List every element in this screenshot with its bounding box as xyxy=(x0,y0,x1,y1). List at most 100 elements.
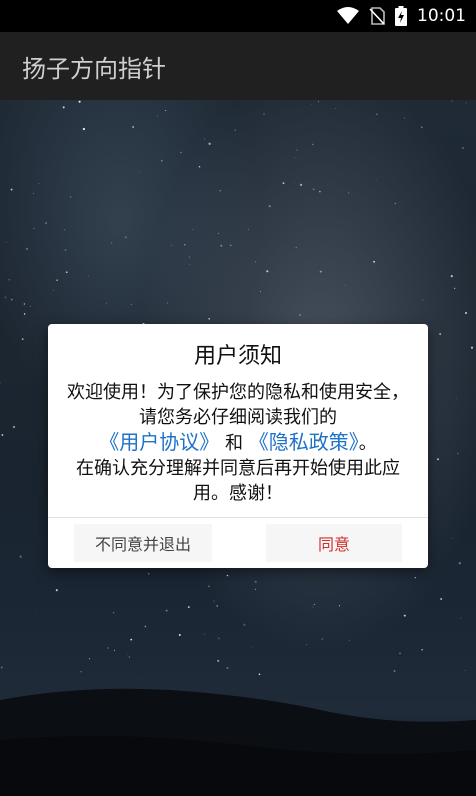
star xyxy=(254,588,257,590)
star xyxy=(111,242,113,244)
star xyxy=(299,183,303,187)
star xyxy=(217,659,220,663)
star xyxy=(334,108,336,109)
star xyxy=(243,623,246,626)
star xyxy=(464,669,466,672)
dialog-title: 用户须知 xyxy=(193,344,282,369)
star xyxy=(312,143,314,146)
star xyxy=(465,102,467,104)
star xyxy=(124,236,127,239)
star xyxy=(113,649,116,651)
star xyxy=(178,634,181,636)
star xyxy=(251,646,252,648)
star xyxy=(132,126,135,128)
star xyxy=(217,637,220,640)
star xyxy=(282,182,285,185)
user-agreement-link[interactable]: 《用户协议》 xyxy=(99,430,219,454)
star xyxy=(44,222,48,225)
star xyxy=(344,285,346,286)
star xyxy=(258,673,261,676)
battery-charging-icon xyxy=(395,6,407,26)
no-sim-icon xyxy=(369,7,385,25)
message-confirm: 在确认充分理解并同意后再开始使用此应用。感谢！ xyxy=(76,458,400,504)
star xyxy=(23,313,26,315)
star xyxy=(88,275,90,277)
star xyxy=(404,117,405,119)
star xyxy=(170,244,173,246)
star xyxy=(268,205,271,208)
star xyxy=(78,100,81,103)
star xyxy=(208,142,211,145)
star xyxy=(26,248,28,250)
decline-and-exit-button[interactable]: 不同意并退出 xyxy=(74,524,212,562)
star xyxy=(457,452,459,454)
dialog-divider xyxy=(48,517,428,518)
star xyxy=(63,229,66,231)
star xyxy=(208,318,210,320)
star xyxy=(130,638,133,641)
star xyxy=(319,190,321,193)
star xyxy=(294,182,296,184)
star xyxy=(36,610,38,612)
star xyxy=(157,115,158,117)
star xyxy=(234,129,236,131)
star xyxy=(139,171,140,173)
star xyxy=(338,605,341,607)
star xyxy=(62,106,65,109)
star xyxy=(399,652,401,654)
star xyxy=(373,260,375,263)
star xyxy=(213,600,215,602)
star xyxy=(226,666,229,670)
star xyxy=(128,656,131,658)
star xyxy=(421,649,423,651)
star xyxy=(254,261,257,263)
star xyxy=(107,647,109,649)
star xyxy=(130,303,132,306)
star xyxy=(439,333,442,336)
star xyxy=(180,151,182,154)
star xyxy=(263,113,265,115)
star xyxy=(463,202,465,204)
star xyxy=(230,244,232,247)
star xyxy=(204,138,206,140)
star xyxy=(422,299,424,301)
star xyxy=(147,573,150,575)
star xyxy=(420,126,423,129)
star xyxy=(0,381,1,384)
star xyxy=(89,658,91,660)
star xyxy=(19,555,22,558)
star xyxy=(112,612,115,614)
star xyxy=(451,100,453,102)
wifi-icon xyxy=(337,7,359,25)
star xyxy=(218,232,219,234)
star xyxy=(394,202,396,205)
star xyxy=(451,538,453,539)
star xyxy=(393,670,396,672)
star xyxy=(305,644,307,646)
agree-button[interactable]: 同意 xyxy=(266,524,402,562)
star xyxy=(21,338,24,341)
star xyxy=(139,678,141,680)
star xyxy=(53,289,54,291)
star xyxy=(65,271,68,274)
star xyxy=(312,606,314,608)
star xyxy=(187,606,190,609)
star xyxy=(64,248,67,251)
message-period: 。 xyxy=(358,433,377,454)
star xyxy=(55,589,58,592)
star xyxy=(216,605,219,607)
star xyxy=(376,113,378,115)
star xyxy=(4,296,7,299)
app-bar: 扬子方向指针 xyxy=(0,32,476,100)
star xyxy=(23,303,25,305)
star xyxy=(319,270,322,273)
star xyxy=(70,196,72,198)
star xyxy=(189,264,190,265)
star xyxy=(456,398,458,399)
star xyxy=(165,110,167,112)
star xyxy=(440,598,443,600)
star xyxy=(165,609,168,612)
star xyxy=(403,614,406,617)
star xyxy=(1,434,4,436)
privacy-policy-link[interactable]: 《隐私政策》 xyxy=(249,430,359,454)
